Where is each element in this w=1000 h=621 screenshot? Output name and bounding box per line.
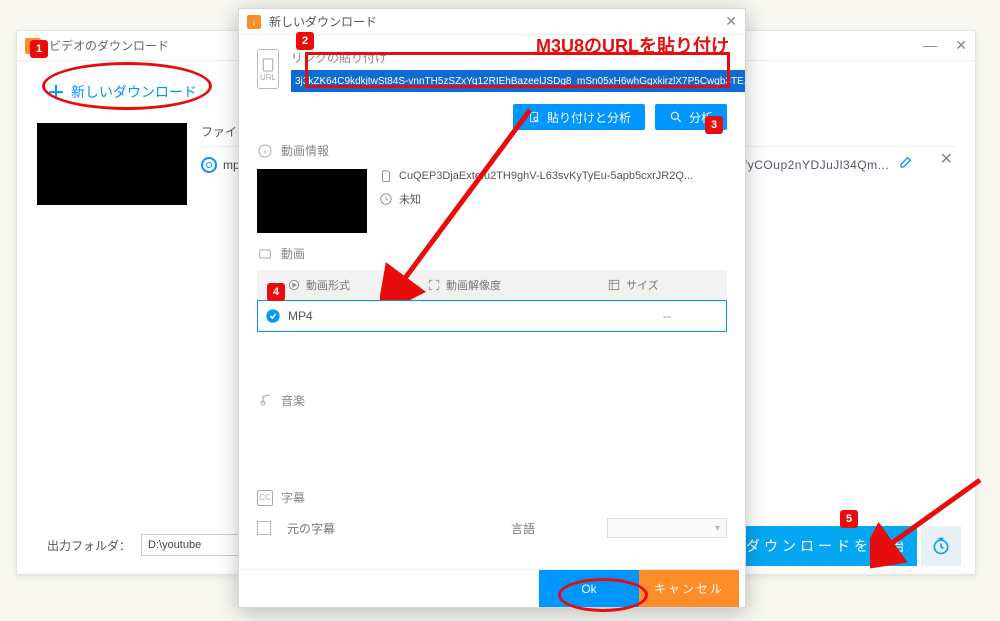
app-icon: ↓	[247, 15, 261, 29]
format-ring-icon	[201, 157, 217, 173]
minimize-button[interactable]: —	[923, 37, 937, 54]
annotation-callout-text: M3U8のURLを貼り付け	[536, 32, 729, 58]
music-section-header: 音楽	[257, 392, 727, 409]
dialog-content: URL リンクの貼り付け 3j3kZK64C9kdkjtwSt84S-vnnTH…	[239, 35, 745, 569]
tab-file[interactable]: ファイ	[201, 123, 237, 140]
col-size-label: サイズ	[626, 277, 659, 293]
annotation-badge-1: 1	[30, 40, 48, 58]
subtitle-options-row: 元の字幕 言語 ▾	[257, 518, 727, 538]
music-icon	[257, 393, 273, 409]
video-icon	[257, 246, 273, 262]
close-button[interactable]: ✕	[955, 37, 967, 54]
cc-icon: CC	[257, 490, 273, 506]
col-format-label: 動画形式	[306, 277, 350, 293]
annotation-circle-1	[42, 62, 212, 110]
clock-icon	[379, 192, 393, 206]
language-select[interactable]: ▾	[607, 518, 727, 538]
video-filename-line: CuQEP3DjaExteIu2TH9ghV-L63svKyTyEu-5apb5…	[379, 169, 693, 183]
size-col-icon	[607, 278, 621, 292]
url-icon: URL	[257, 49, 279, 89]
format-col-icon	[287, 278, 301, 292]
dialog-close-button[interactable]: ✕	[725, 13, 737, 30]
annotation-badge-5: 5	[840, 510, 858, 528]
paste-analyze-label: 貼り付けと分析	[547, 109, 631, 126]
paste-and-analyze-button[interactable]: 貼り付けと分析	[513, 104, 645, 130]
info-icon	[257, 143, 273, 159]
resolution-col-icon	[427, 278, 441, 292]
file-icon	[379, 169, 393, 183]
format-name: MP4	[288, 309, 428, 323]
remove-item-button[interactable]: ✕	[940, 149, 953, 169]
format-table-header: 動画形式 動画解像度 サイズ	[257, 270, 727, 300]
cancel-button[interactable]: キャンセル	[639, 570, 739, 607]
col-res-label: 動画解像度	[446, 277, 501, 293]
main-window-title: ビデオのダウンロード	[49, 37, 169, 54]
annotation-circle-ok	[558, 578, 648, 612]
subtitle-section-header: CC 字幕	[257, 489, 727, 506]
video-info-row: CuQEP3DjaExteIu2TH9ghV-L63svKyTyEu-5apb5…	[257, 169, 727, 233]
format-row[interactable]: MP4 --	[257, 300, 727, 332]
original-subs-checkbox[interactable]	[257, 521, 271, 535]
edit-pencil-icon[interactable]	[899, 153, 915, 169]
new-download-dialog: ↓ 新しいダウンロード ✕ URL リンクの貼り付け 3j3kZK64C9kdk…	[238, 8, 746, 608]
analyze-buttons-row: 貼り付けと分析 分析	[257, 104, 727, 130]
video-section-header: 動画	[257, 245, 727, 262]
start-download-label: ダウンロードを開始	[746, 536, 908, 556]
annotation-badge-3: 3	[705, 116, 723, 134]
cancel-label: キャンセル	[654, 580, 724, 597]
video-duration: 未知	[399, 191, 421, 207]
video-info-header: 動画情報	[257, 142, 727, 159]
video-thumbnail	[257, 169, 367, 233]
format-size: --	[608, 309, 726, 323]
annotation-badge-4: 4	[267, 283, 285, 301]
item-url-truncated: isgfyCOup2nYDJuJl34Qm...	[727, 153, 915, 172]
video-filename: CuQEP3DjaExteIu2TH9ghV-L63svKyTyEu-5apb5…	[399, 170, 693, 182]
video-thumbnail	[37, 123, 187, 205]
language-label: 言語	[511, 520, 535, 537]
original-subs-label: 元の字幕	[287, 520, 335, 537]
window-controls: — ✕	[923, 37, 967, 54]
checked-icon	[265, 308, 281, 324]
clock-icon	[931, 536, 951, 556]
video-duration-line: 未知	[379, 191, 693, 207]
schedule-button[interactable]	[921, 526, 961, 566]
start-download-button[interactable]: ダウンロードを開始	[737, 526, 917, 566]
dialog-title: 新しいダウンロード	[269, 13, 377, 30]
clipboard-search-icon	[527, 110, 541, 124]
annotation-badge-2: 2	[296, 32, 314, 50]
output-folder-label: 出力フォルダ：	[47, 537, 131, 554]
dialog-footer: Ok キャンセル	[239, 569, 745, 607]
search-icon	[669, 110, 683, 124]
